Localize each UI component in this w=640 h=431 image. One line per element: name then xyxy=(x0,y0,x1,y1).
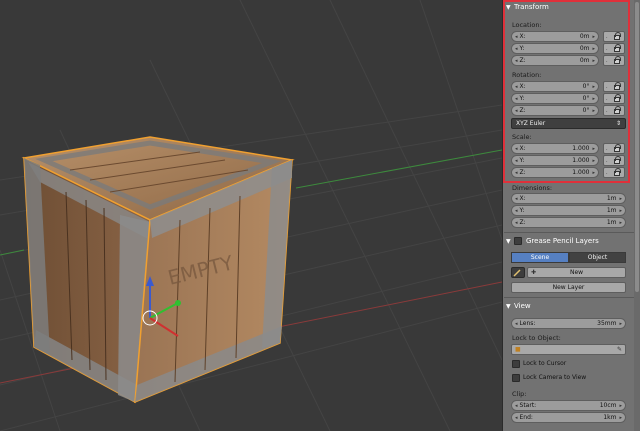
rotation-label: Rotation: xyxy=(512,71,542,79)
rotation-y-field[interactable]: ◂ Y: 0° ▸ xyxy=(511,93,599,104)
section-divider xyxy=(504,297,634,298)
lock-rotation-z-button[interactable]: · xyxy=(603,105,625,116)
transform-title: Transform xyxy=(514,3,549,11)
location-label: Location: xyxy=(512,21,542,29)
location-z-field[interactable]: ◂ Z: 0m ▸ xyxy=(511,55,599,66)
lock-to-cursor-label: Lock to Cursor xyxy=(523,360,567,367)
y-axis-line-visible xyxy=(295,149,502,189)
lock-scale-z-button[interactable]: · xyxy=(603,167,625,178)
scale-label: Scale: xyxy=(512,133,532,141)
lock-icon xyxy=(614,106,621,114)
location-x-field[interactable]: ◂ X: 0m ▸ xyxy=(511,31,599,42)
pencil-icon[interactable] xyxy=(511,267,525,278)
collapse-triangle-icon: ▼ xyxy=(506,3,511,11)
scale-y-field[interactable]: ◂ Y: 1.000 ▸ xyxy=(511,155,599,166)
clip-end-field[interactable]: ◂ End: 1km ▸ xyxy=(511,412,626,423)
new-grease-pencil-button[interactable]: ✚ New xyxy=(527,267,626,278)
lock-to-object-field[interactable]: ■ ✎ xyxy=(511,344,626,355)
lock-icon xyxy=(614,32,621,40)
lock-scale-x-button[interactable]: · xyxy=(603,143,625,154)
panel-scrollbar[interactable] xyxy=(634,0,640,431)
cube-icon: ■ xyxy=(515,346,521,353)
lock-location-x-button[interactable]: · xyxy=(603,31,625,42)
tab-object[interactable]: Object xyxy=(569,252,626,263)
lock-location-y-button[interactable]: · xyxy=(603,43,625,54)
clip-label: Clip: xyxy=(512,390,527,398)
grease-pencil-enable-checkbox[interactable] xyxy=(514,237,522,245)
transform-panel-header[interactable]: ▼ Transform xyxy=(506,1,630,13)
y-axis-line-left xyxy=(0,249,25,256)
lock-icon xyxy=(614,56,621,64)
lock-rotation-y-button[interactable]: · xyxy=(603,93,625,104)
dimensions-y-field[interactable]: ◂ Y: 1m ▸ xyxy=(511,205,626,216)
crate-object[interactable]: EMPTY xyxy=(21,136,295,404)
lock-rotation-x-button[interactable]: · xyxy=(603,81,625,92)
plus-icon: ✚ xyxy=(531,269,537,276)
dropdown-arrows-icon: ⇕ xyxy=(615,120,621,127)
properties-panel: ▼ Transform Location: ◂ X: 0m ▸ · ◂ Y: 0m ▸ · … xyxy=(502,0,640,431)
clip-start-field[interactable]: ◂ Start: 10cm ▸ xyxy=(511,400,626,411)
lock-to-cursor-checkbox[interactable] xyxy=(512,360,520,368)
dimensions-label: Dimensions: xyxy=(512,184,553,192)
lock-icon xyxy=(614,144,621,152)
new-layer-button[interactable]: New Layer xyxy=(511,282,626,293)
lock-icon xyxy=(614,82,621,90)
view-panel-header[interactable]: ▼ View xyxy=(506,300,630,312)
increment-arrow-icon[interactable]: ▸ xyxy=(592,34,595,40)
scale-z-field[interactable]: ◂ Z: 1.000 ▸ xyxy=(511,167,599,178)
lock-camera-to-view-label: Lock Camera to View xyxy=(523,374,587,381)
scale-x-field[interactable]: ◂ X: 1.000 ▸ xyxy=(511,143,599,154)
dimensions-x-field[interactable]: ◂ X: 1m ▸ xyxy=(511,193,626,204)
lock-icon xyxy=(614,44,621,52)
section-divider xyxy=(504,232,634,233)
lock-camera-to-view-checkbox[interactable] xyxy=(512,374,520,382)
tab-scene[interactable]: Scene xyxy=(511,252,569,263)
rotation-mode-dropdown[interactable]: XYZ Euler ⇕ xyxy=(511,118,626,129)
lock-icon xyxy=(614,168,621,176)
decrement-arrow-icon[interactable]: ◂ xyxy=(515,34,518,40)
lock-icon xyxy=(614,156,621,164)
eyedropper-icon[interactable]: ✎ xyxy=(617,346,622,353)
viewport-canvas[interactable]: EMPTY xyxy=(0,0,502,431)
collapse-triangle-icon: ▼ xyxy=(506,302,511,310)
3d-viewport[interactable]: EMPTY xyxy=(0,0,502,431)
collapse-triangle-icon: ▼ xyxy=(506,237,511,245)
rotation-z-field[interactable]: ◂ Z: 0° ▸ xyxy=(511,105,599,116)
lock-scale-y-button[interactable]: · xyxy=(603,155,625,166)
location-y-field[interactable]: ◂ Y: 0m ▸ xyxy=(511,43,599,54)
view-title: View xyxy=(514,302,531,310)
dimensions-z-field[interactable]: ◂ Z: 1m ▸ xyxy=(511,217,626,228)
rotation-x-field[interactable]: ◂ X: 0° ▸ xyxy=(511,81,599,92)
lock-icon xyxy=(614,94,621,102)
lock-location-z-button[interactable]: · xyxy=(603,55,625,66)
lock-to-object-label: Lock to Object: xyxy=(512,334,561,342)
lens-field[interactable]: ◂ Lens: 35mm ▸ xyxy=(511,318,626,329)
grease-pencil-title: Grease Pencil Layers xyxy=(526,237,599,245)
grease-pencil-panel-header[interactable]: ▼ Grease Pencil Layers xyxy=(506,235,630,247)
